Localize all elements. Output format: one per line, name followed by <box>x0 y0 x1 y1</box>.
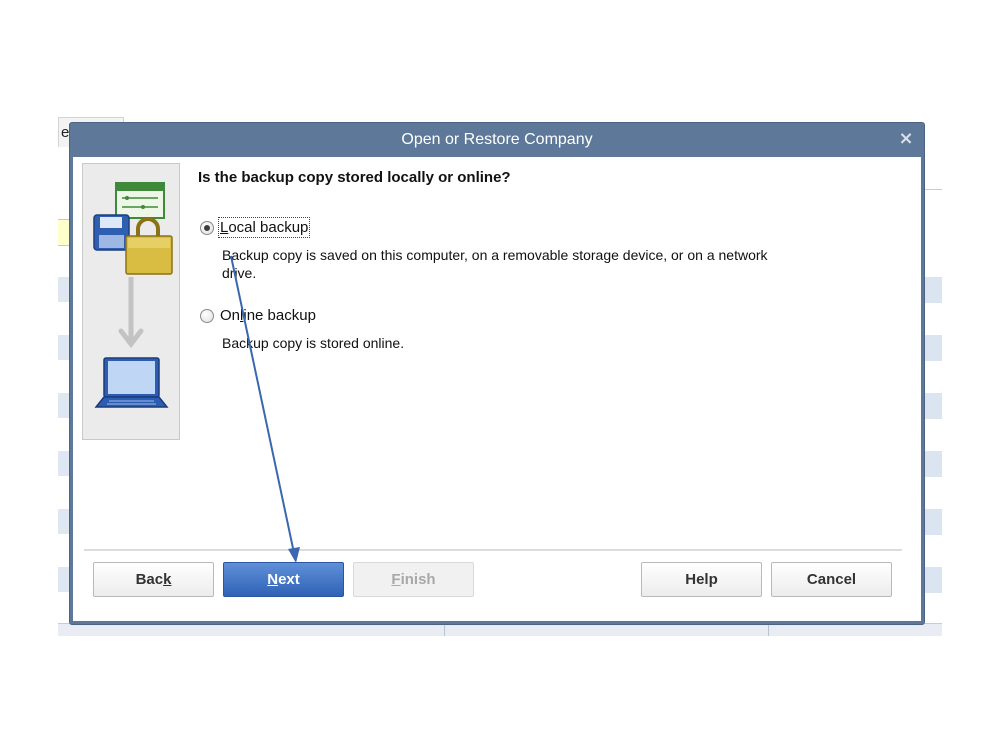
back-button[interactable]: Back <box>93 562 214 597</box>
illustration-panel <box>82 163 180 440</box>
background-row <box>924 277 942 303</box>
cancel-button[interactable]: Cancel <box>771 562 892 597</box>
dialog-body: Is the backup copy stored locally or onl… <box>73 157 921 621</box>
online-backup-description: Backup copy is stored online. <box>222 335 405 351</box>
calendar-icon <box>115 182 165 219</box>
backup-illustration <box>93 182 173 408</box>
button-divider <box>84 549 902 551</box>
background-row <box>924 451 942 477</box>
down-arrow-icon <box>118 277 144 349</box>
background-row <box>924 393 942 419</box>
dialog-title: Open or Restore Company <box>401 131 593 148</box>
local-backup-label[interactable]: Local backup <box>217 217 311 238</box>
dialog-question: Is the backup copy stored locally or onl… <box>198 169 511 186</box>
background-row <box>924 509 942 535</box>
background-row <box>924 567 942 593</box>
laptop-icon <box>94 357 169 408</box>
online-backup-radio[interactable] <box>200 309 214 323</box>
local-backup-description: Backup copy is saved on this computer, o… <box>222 247 768 281</box>
finish-button: Finish <box>353 562 474 597</box>
background-right-column <box>924 189 942 636</box>
next-button[interactable]: Next <box>223 562 344 597</box>
help-button[interactable]: Help <box>641 562 762 597</box>
lock-icon <box>125 217 173 275</box>
open-restore-company-dialog: Open or Restore Company × Is the backup … <box>69 122 925 625</box>
online-backup-label[interactable]: Online backup <box>220 307 316 324</box>
close-icon[interactable]: × <box>898 130 914 148</box>
dialog-titlebar: Open or Restore Company × <box>70 123 924 157</box>
radio-selected-dot <box>204 225 210 231</box>
floppy-disk-icon <box>93 214 130 251</box>
background-row <box>924 335 942 361</box>
local-backup-radio[interactable] <box>200 221 214 235</box>
